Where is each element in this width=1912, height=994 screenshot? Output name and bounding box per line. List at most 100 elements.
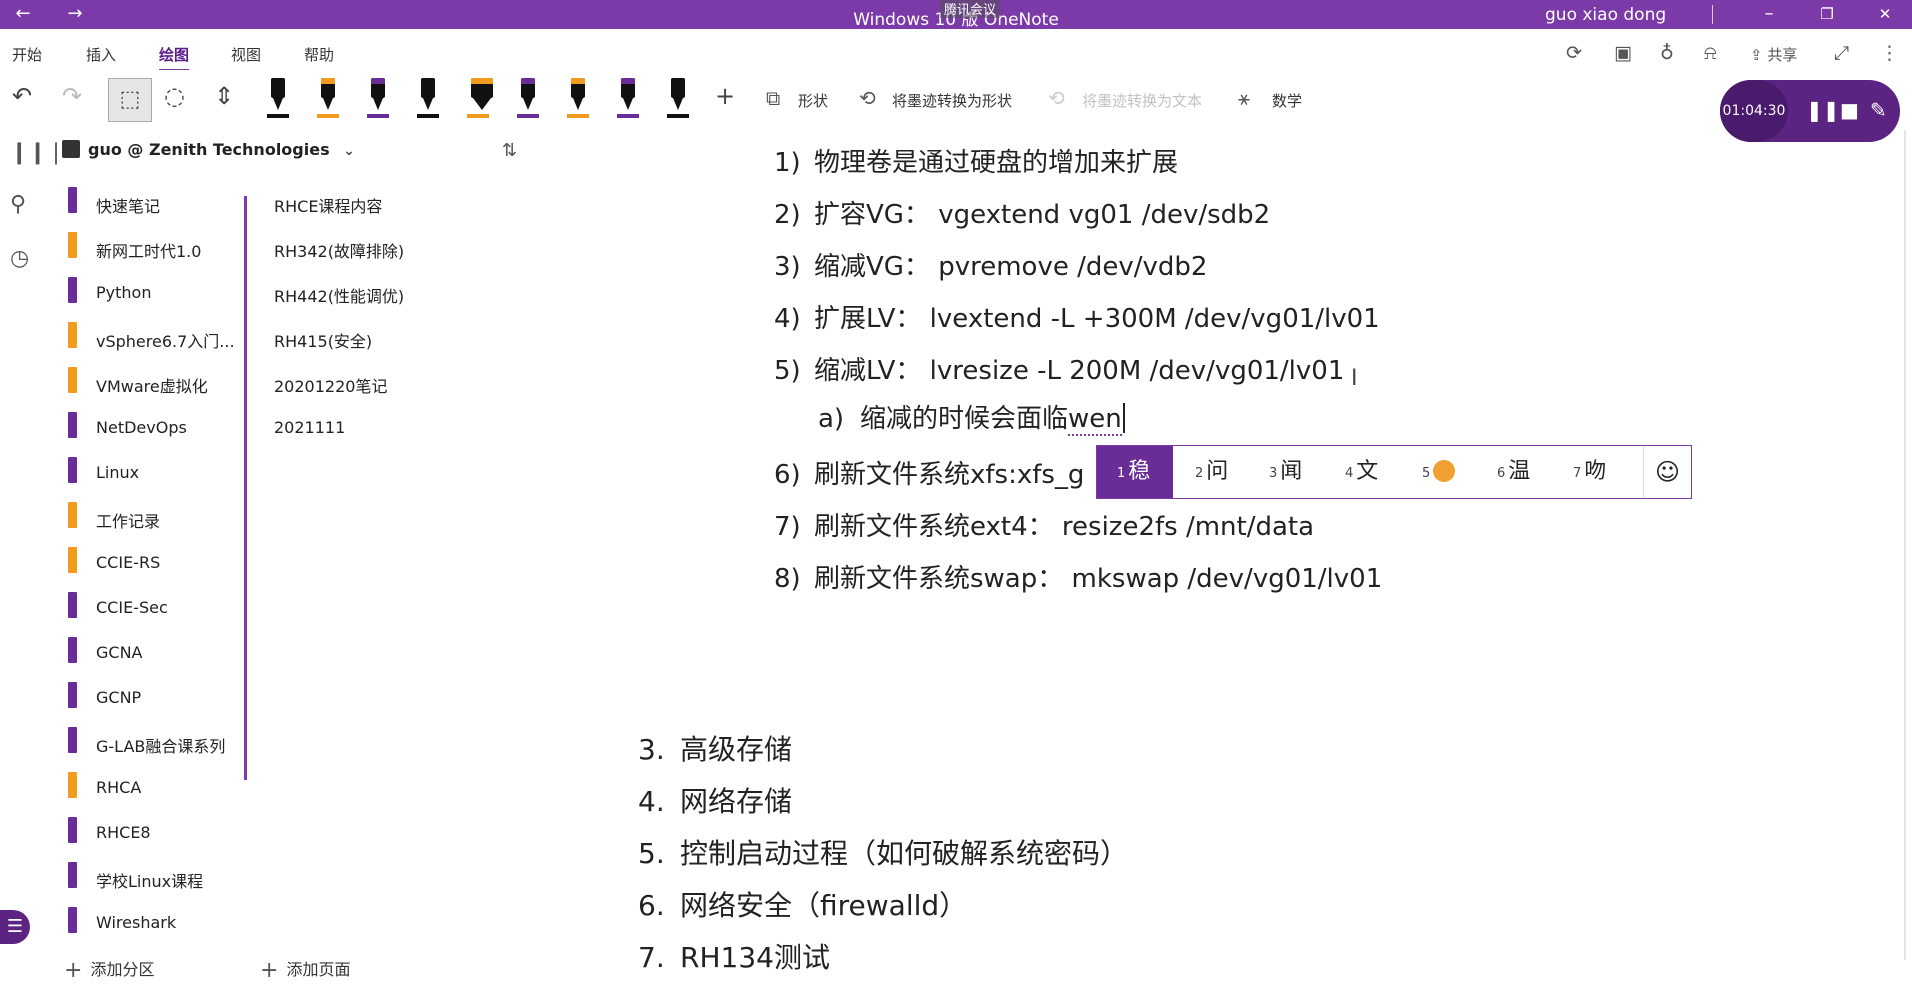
numbered-list-item[interactable]: 8) 刷新文件系统swap： mkswap /dev/vg01/lv01 bbox=[774, 558, 1382, 595]
tab-view[interactable]: 视图 bbox=[231, 44, 261, 65]
numbered-list-item[interactable]: 6) 刷新文件系统xfs:xfs_g bbox=[774, 454, 1084, 491]
add-section-button[interactable]: + 添加分区 bbox=[64, 956, 154, 983]
section-item[interactable]: Python bbox=[60, 274, 244, 319]
tab-insert[interactable]: 插入 bbox=[86, 44, 116, 65]
page-item[interactable]: RH442(性能调优) bbox=[262, 274, 522, 319]
sort-icon[interactable]: ⇅ bbox=[502, 140, 517, 161]
ime-candidate[interactable]: 7吻 bbox=[1553, 446, 1643, 498]
math-icon[interactable]: ⚹ bbox=[1238, 86, 1250, 110]
numbered-list-item[interactable]: 1) 物理卷是通过硬盘的增加来扩展 bbox=[774, 142, 1178, 179]
section-item[interactable]: 新网工时代1.0 bbox=[60, 229, 244, 274]
outline-item[interactable]: 7. RH134测试 bbox=[638, 936, 830, 976]
section-item[interactable]: Wireshark bbox=[60, 904, 244, 949]
vertical-scrollbar[interactable] bbox=[1904, 130, 1906, 960]
tab-help[interactable]: 帮助 bbox=[304, 44, 334, 65]
more-options-icon[interactable]: ⋮ bbox=[1880, 42, 1899, 64]
page-item[interactable]: RH415(安全) bbox=[262, 319, 522, 364]
numbered-list-item[interactable]: 4) 扩展LV： lvextend -L +300M /dev/vg01/lv01 bbox=[774, 298, 1380, 335]
numbered-list-item[interactable]: 5) 缩减LV： lvresize -L 200M /dev/vg01/lv01 bbox=[774, 350, 1344, 387]
section-item[interactable]: RHCA bbox=[60, 769, 244, 814]
undo-icon[interactable]: ↶ bbox=[12, 82, 32, 110]
search-icon[interactable]: ⚲ bbox=[10, 192, 26, 217]
outline-item[interactable]: 3. 高级存储 bbox=[638, 728, 792, 768]
ime-candidate[interactable]: 3闻 bbox=[1249, 446, 1323, 498]
section-item[interactable]: 快速笔记 bbox=[60, 184, 244, 229]
pen-tool[interactable] bbox=[615, 74, 641, 118]
insert-space-icon[interactable]: ⇕ bbox=[214, 82, 234, 110]
page-item[interactable]: RH342(故障排除) bbox=[262, 229, 522, 274]
close-icon[interactable]: ✕ bbox=[1862, 0, 1908, 29]
restore-icon[interactable]: ❐ bbox=[1804, 0, 1850, 29]
section-item[interactable]: CCIE-Sec bbox=[60, 589, 244, 634]
ime-candidate[interactable]: 1稳 bbox=[1097, 446, 1173, 498]
ink-to-shape-button[interactable]: 将墨迹转换为形状 bbox=[892, 90, 1012, 111]
ink-to-shape-icon[interactable]: ⟲ bbox=[859, 86, 876, 110]
section-item[interactable]: VMware虚拟化 bbox=[60, 364, 244, 409]
pen-tool[interactable] bbox=[665, 74, 691, 118]
emoji-panel-icon[interactable]: ☺ bbox=[1643, 446, 1691, 498]
minimize-icon[interactable]: – bbox=[1746, 0, 1792, 29]
pen-tool[interactable] bbox=[565, 74, 591, 118]
ime-composition-text: wen bbox=[1068, 404, 1122, 436]
immersive-reader-icon[interactable]: ▣ bbox=[1614, 42, 1632, 64]
section-item[interactable]: CCIE-RS bbox=[60, 544, 244, 589]
recent-clock-icon[interactable]: ◷ bbox=[10, 246, 29, 271]
page-item[interactable]: 20201220笔记 bbox=[262, 364, 522, 409]
numbered-list-item[interactable]: 7) 刷新文件系统ext4： resize2fs /mnt/data bbox=[774, 506, 1314, 543]
section-item[interactable]: 工作记录 bbox=[60, 499, 244, 544]
notebook-selector[interactable]: guo @ Zenith Technologies ⌄ bbox=[62, 140, 355, 166]
outline-item[interactable]: 5. 控制启动过程（如何破解系统密码） bbox=[638, 832, 1128, 872]
section-item[interactable]: vSphere6.7入门... bbox=[60, 319, 244, 364]
section-item[interactable]: Linux bbox=[60, 454, 244, 499]
stop-icon[interactable]: ■ bbox=[1840, 98, 1859, 122]
pen-tool[interactable] bbox=[515, 74, 541, 118]
section-item[interactable]: 学校Linux课程 bbox=[60, 859, 244, 904]
add-pen-icon[interactable]: + bbox=[715, 82, 735, 110]
section-item[interactable]: GCNP bbox=[60, 679, 244, 724]
tab-draw[interactable]: 绘图 bbox=[159, 44, 190, 72]
candidate-text: 问 bbox=[1206, 459, 1229, 484]
ime-candidate[interactable]: 2问 bbox=[1175, 446, 1247, 498]
outline-item[interactable]: 4. 网络存储 bbox=[638, 780, 792, 820]
sync-icon[interactable]: ⟳ bbox=[1566, 42, 1582, 64]
eraser-lasso-icon[interactable]: ◌ bbox=[164, 82, 185, 110]
share-button[interactable]: ⇪ 共享 bbox=[1750, 44, 1797, 65]
pen-tool[interactable] bbox=[415, 74, 441, 118]
ime-candidate[interactable]: 6温 bbox=[1477, 446, 1549, 498]
notebook-icon bbox=[62, 140, 80, 158]
fullscreen-icon[interactable]: ⤢ bbox=[1834, 42, 1849, 64]
pen-tool[interactable] bbox=[265, 74, 291, 118]
sub-list-item[interactable]: a) 缩减的时候会面临wen bbox=[818, 398, 1125, 436]
shapes-icon[interactable]: ⧉ bbox=[766, 86, 780, 110]
numbered-list-item[interactable]: 3) 缩减VG： pvremove /dev/vdb2 bbox=[774, 246, 1207, 283]
pen-tool[interactable] bbox=[365, 74, 391, 118]
ime-candidate[interactable]: 4文 bbox=[1325, 446, 1399, 498]
page-item[interactable]: 2021111 bbox=[262, 409, 522, 454]
pen-tool[interactable] bbox=[315, 74, 341, 118]
shapes-button[interactable]: 形状 bbox=[798, 90, 828, 111]
tab-home[interactable]: 开始 bbox=[12, 44, 42, 65]
section-item[interactable]: RHCE8 bbox=[60, 814, 244, 859]
lasso-select-icon[interactable]: ⬚ bbox=[108, 78, 152, 122]
section-item[interactable]: G-LAB融合课系列 bbox=[60, 724, 244, 769]
section-item[interactable]: GCNA bbox=[60, 634, 244, 679]
math-button[interactable]: 数学 bbox=[1272, 90, 1302, 111]
outline-item[interactable]: 6. 网络安全（firewalld） bbox=[638, 884, 967, 924]
lightbulb-icon[interactable]: ♁ bbox=[1660, 42, 1674, 64]
candidate-text: 稳 bbox=[1128, 459, 1151, 484]
redo-icon[interactable]: ↷ bbox=[62, 82, 82, 110]
section-item[interactable]: NetDevOps bbox=[60, 409, 244, 454]
outline-number: 6. bbox=[638, 889, 665, 922]
pause-icon[interactable]: ❚❚ bbox=[1806, 98, 1840, 122]
plus-icon: + bbox=[64, 958, 83, 983]
highlighter-tool[interactable] bbox=[465, 74, 499, 118]
page-item[interactable]: RHCE课程内容 bbox=[262, 184, 522, 229]
ime-candidate[interactable]: 5 bbox=[1402, 446, 1474, 498]
navigation-toggle-icon[interactable]: ☰ bbox=[0, 910, 30, 944]
add-page-button[interactable]: + 添加页面 bbox=[260, 956, 350, 983]
notification-bell-icon[interactable]: ⍾ bbox=[1704, 42, 1717, 64]
notebooks-icon[interactable]: ❙❙❘ bbox=[10, 140, 65, 165]
numbered-list-item[interactable]: 2) 扩容VG： vgextend vg01 /dev/sdb2 bbox=[774, 194, 1270, 231]
pen-annotate-icon[interactable]: ✎ bbox=[1870, 98, 1887, 122]
user-name[interactable]: guo xiao dong bbox=[1545, 5, 1666, 25]
